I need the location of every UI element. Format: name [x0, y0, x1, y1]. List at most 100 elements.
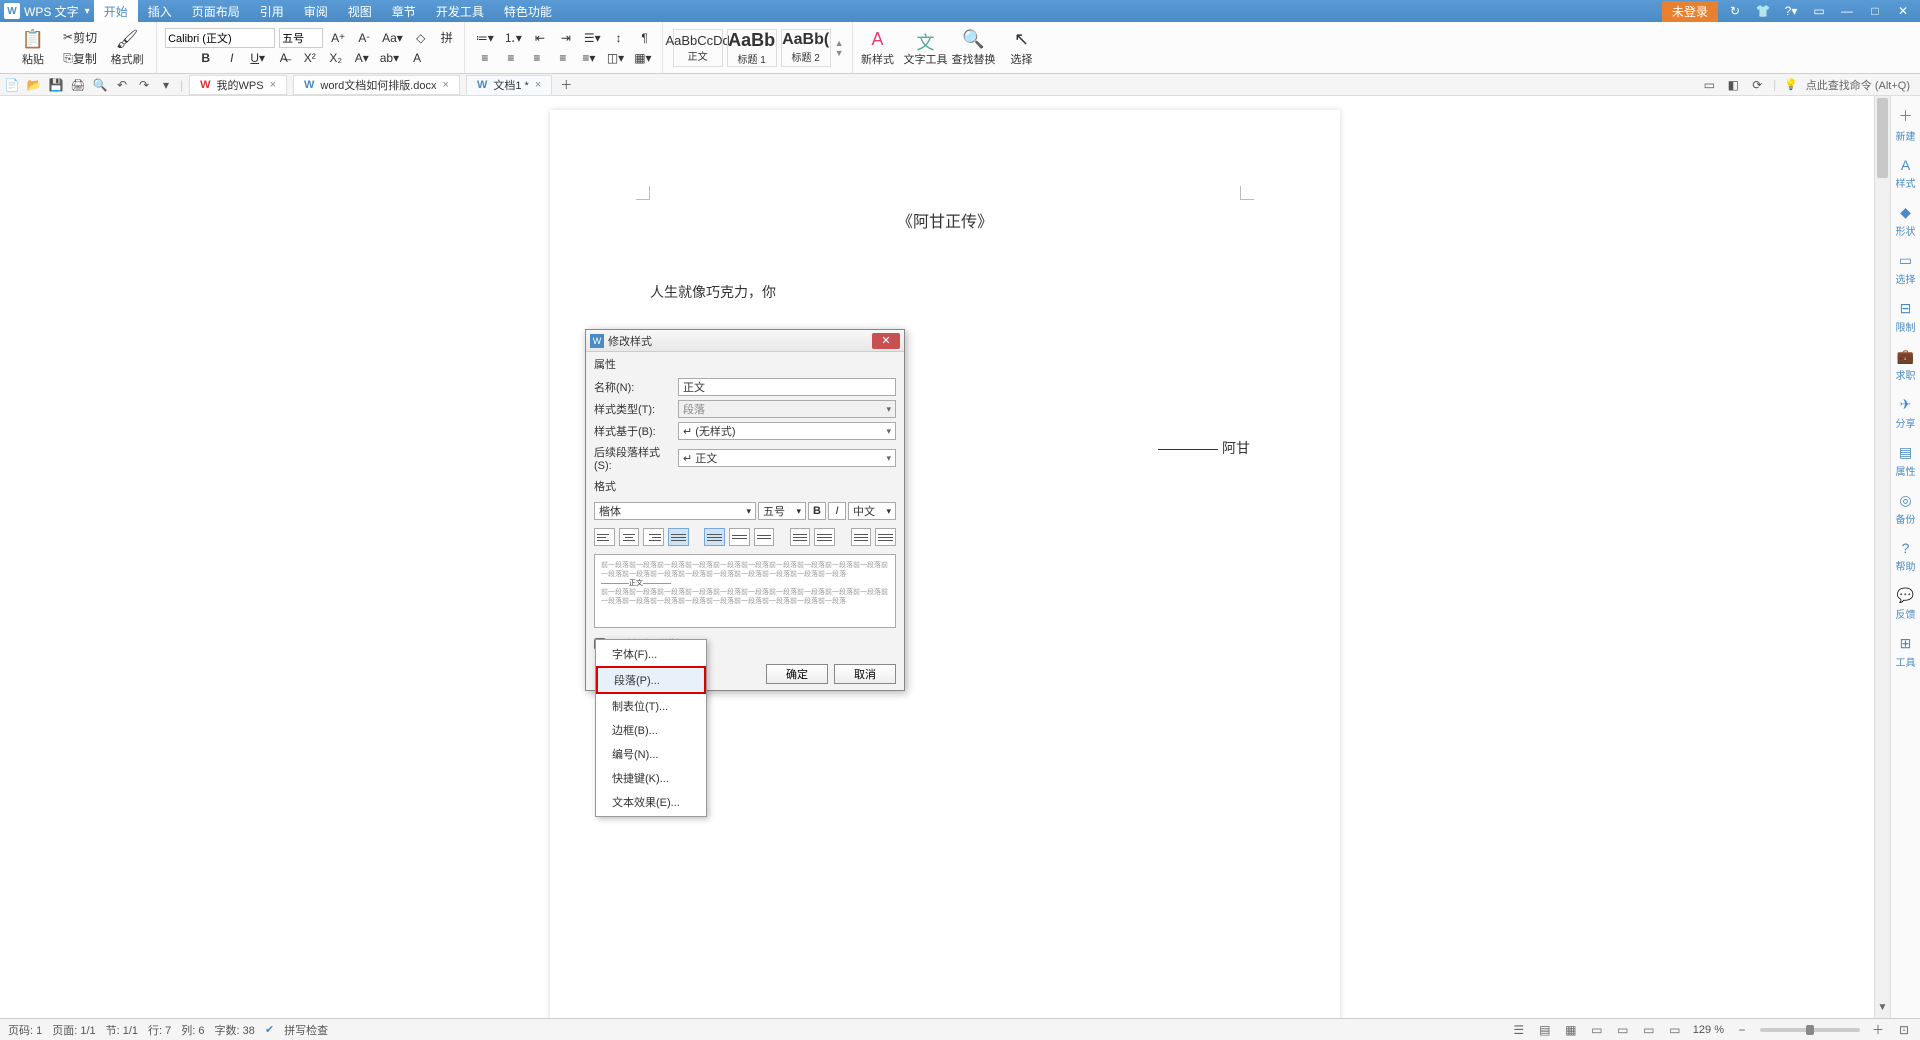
sp-select[interactable]: ▭选择: [1896, 252, 1916, 286]
dlg-spacing-3[interactable]: [754, 528, 775, 546]
distribute-button[interactable]: ≡▾: [578, 48, 600, 68]
dlg-indent-inc[interactable]: [814, 528, 835, 546]
menu-item-tabs[interactable]: 制表位(T)...: [596, 694, 706, 718]
qa-mode3-icon[interactable]: ⟳: [1749, 77, 1765, 93]
qa-dropdown-icon[interactable]: ▾: [158, 77, 174, 93]
search-command-hint[interactable]: 点此查找命令 (Alt+Q): [1806, 77, 1910, 93]
format-painter-button[interactable]: 🖌格式刷: [104, 25, 150, 71]
phonetic-guide-button[interactable]: 拼: [436, 28, 458, 48]
follow-field[interactable]: ↵ 正文▾: [678, 449, 896, 467]
align-right-button[interactable]: ≡: [526, 48, 548, 68]
dlg-bold-button[interactable]: B: [808, 502, 826, 520]
sp-style[interactable]: A样式: [1896, 157, 1916, 190]
status-spell[interactable]: 拼写检查: [284, 1022, 328, 1038]
qa-open-icon[interactable]: 📂: [26, 77, 42, 93]
show-marks-button[interactable]: ¶: [634, 28, 656, 48]
cut-button[interactable]: ✂ 剪切: [60, 27, 100, 47]
qa-mode1-icon[interactable]: ▭: [1701, 77, 1717, 93]
sp-backup[interactable]: ◎备份: [1896, 492, 1916, 526]
dlg-font-select[interactable]: 楷体▾: [594, 502, 756, 520]
zoom-slider[interactable]: [1760, 1028, 1860, 1032]
copy-button[interactable]: ⎘ 复制: [60, 48, 100, 68]
char-border-button[interactable]: A: [406, 48, 428, 68]
sp-tools[interactable]: ⊞工具: [1896, 635, 1916, 669]
superscript-button[interactable]: X²: [299, 48, 321, 68]
new-style-button[interactable]: A新样式: [855, 25, 901, 71]
font-size-select[interactable]: [279, 28, 323, 48]
doc-tab-howto[interactable]: Wword文档如何排版.docx×: [293, 75, 460, 95]
name-field[interactable]: 正文: [678, 378, 896, 396]
ribbon-toggle-icon[interactable]: ▭: [1808, 4, 1830, 18]
bullets-button[interactable]: ≔▾: [473, 28, 497, 48]
scroll-thumb[interactable]: [1877, 98, 1888, 178]
borders-button[interactable]: ▦▾: [631, 48, 654, 68]
qa-redo-icon[interactable]: ↷: [136, 77, 152, 93]
qa-new-icon[interactable]: 📄: [4, 77, 20, 93]
align-justify-button[interactable]: ≡: [552, 48, 574, 68]
paste-button[interactable]: 📋粘贴: [10, 25, 56, 71]
select-button[interactable]: ↖选择: [999, 25, 1045, 71]
zoom-value[interactable]: 129 %: [1693, 1024, 1724, 1036]
dlg-para-after[interactable]: [875, 528, 896, 546]
status-pageno[interactable]: 页码: 1: [8, 1022, 42, 1038]
close-button[interactable]: ✕: [1892, 4, 1914, 18]
align-left-button[interactable]: ≡: [474, 48, 496, 68]
vertical-scrollbar[interactable]: ▲ ▼: [1874, 96, 1890, 1018]
based-field[interactable]: ↵ (无样式)▾: [678, 422, 896, 440]
new-tab-button[interactable]: ＋: [558, 77, 574, 93]
sync-icon[interactable]: ↻: [1724, 4, 1746, 18]
dlg-lang-select[interactable]: 中文▾: [848, 502, 896, 520]
status-section[interactable]: 节: 1/1: [106, 1022, 138, 1038]
sp-job[interactable]: 💼求职: [1896, 348, 1916, 382]
menu-tab-special[interactable]: 特色功能: [494, 0, 562, 22]
status-page[interactable]: 页面: 1/1: [52, 1022, 95, 1038]
menu-item-texteffect[interactable]: 文本效果(E)...: [596, 790, 706, 814]
style-normal[interactable]: AaBbCcDd正文: [673, 29, 723, 67]
line-spacing-button[interactable]: ☰▾: [581, 28, 604, 48]
view-outline-icon[interactable]: ▭: [1641, 1022, 1657, 1038]
view-mode-1-icon[interactable]: ☰: [1511, 1022, 1527, 1038]
dialog-titlebar[interactable]: W 修改样式 ✕: [586, 330, 904, 352]
clear-format-button[interactable]: ◇: [410, 28, 432, 48]
close-icon[interactable]: ×: [270, 79, 276, 91]
menu-item-font[interactable]: 字体(F)...: [596, 642, 706, 666]
decrease-font-button[interactable]: A-: [353, 28, 375, 48]
sp-props[interactable]: ▤属性: [1896, 444, 1916, 478]
sp-limit[interactable]: ⊟限制: [1896, 300, 1916, 334]
status-chars[interactable]: 字数: 38: [215, 1022, 255, 1038]
zoom-in-button[interactable]: ＋: [1870, 1022, 1886, 1038]
text-tools-button[interactable]: 文文字工具: [903, 25, 949, 71]
dlg-align-justify[interactable]: [668, 528, 689, 546]
dlg-align-right[interactable]: [643, 528, 664, 546]
menu-tab-reference[interactable]: 引用: [250, 0, 294, 22]
cancel-button[interactable]: 取消: [834, 664, 896, 684]
font-name-select[interactable]: [165, 28, 275, 48]
italic-button[interactable]: I: [221, 48, 243, 68]
menu-tab-section[interactable]: 章节: [382, 0, 426, 22]
sort-button[interactable]: ↕: [608, 28, 630, 48]
change-case-button[interactable]: Aa▾: [379, 28, 406, 48]
menu-tab-start[interactable]: 开始: [94, 0, 138, 22]
zoom-out-button[interactable]: −: [1734, 1022, 1750, 1038]
menu-tab-review[interactable]: 审阅: [294, 0, 338, 22]
view-read-icon[interactable]: ▭: [1667, 1022, 1683, 1038]
style-heading2[interactable]: AaBb(标题 2: [781, 29, 831, 67]
qa-undo-icon[interactable]: ↶: [114, 77, 130, 93]
menu-tab-view[interactable]: 视图: [338, 0, 382, 22]
sp-shape[interactable]: ◆形状: [1896, 204, 1916, 238]
menu-item-shortcut[interactable]: 快捷键(K)...: [596, 766, 706, 790]
decrease-indent-button[interactable]: ⇤: [529, 28, 551, 48]
fit-page-icon[interactable]: ⊡: [1896, 1022, 1912, 1038]
subscript-button[interactable]: X₂: [325, 48, 347, 68]
dlg-indent-dec[interactable]: [790, 528, 811, 546]
view-mode-3-icon[interactable]: ▦: [1563, 1022, 1579, 1038]
menu-item-border[interactable]: 边框(B)...: [596, 718, 706, 742]
bold-button[interactable]: B: [195, 48, 217, 68]
close-icon[interactable]: ×: [443, 79, 449, 91]
dlg-para-before[interactable]: [851, 528, 872, 546]
dlg-italic-button[interactable]: I: [828, 502, 846, 520]
dlg-align-center[interactable]: [619, 528, 640, 546]
menu-tab-insert[interactable]: 插入: [138, 0, 182, 22]
app-menu-dropdown-icon[interactable]: ▾: [85, 6, 90, 17]
highlight-button[interactable]: ab▾: [377, 48, 402, 68]
